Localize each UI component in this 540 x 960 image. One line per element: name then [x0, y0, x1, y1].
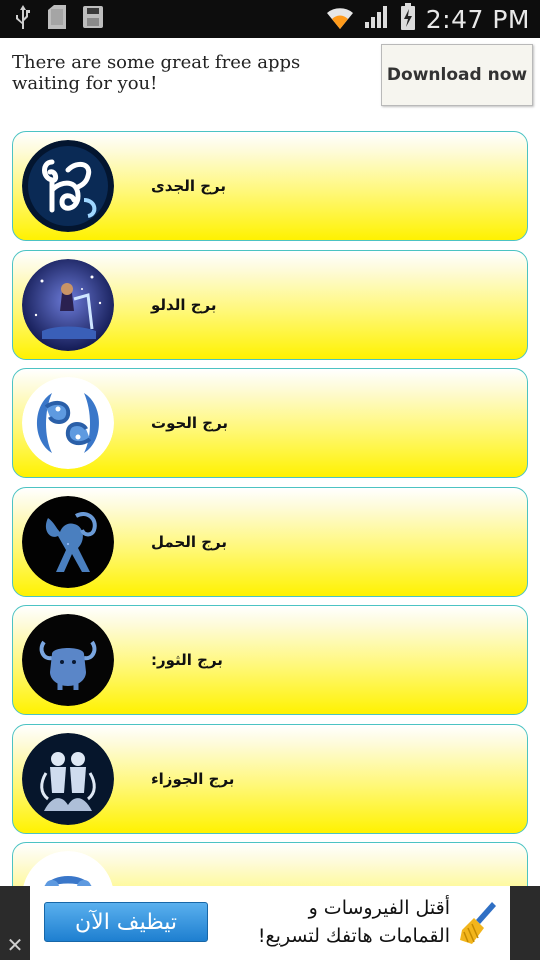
list-item[interactable]: برج الدلو — [12, 250, 528, 360]
battery-charging-icon — [400, 3, 416, 35]
bottom-ad-line-2: القمامات هاتفك لتسريع! — [257, 925, 450, 947]
gemini-icon — [22, 733, 114, 825]
list-item[interactable]: برج الحوت — [12, 368, 528, 478]
signal-icon — [364, 5, 390, 33]
zodiac-label: برج الدلو — [151, 296, 217, 314]
close-ad-icon[interactable]: ✕ — [0, 930, 30, 960]
top-ad-text: There are some great free apps waiting f… — [12, 52, 301, 94]
clean-now-button[interactable]: تيظيف الآن — [44, 902, 208, 942]
wifi-icon — [326, 4, 354, 34]
download-now-button[interactable]: Download now — [381, 44, 533, 106]
bottom-ad-text: أقتل الفيروسات و القمامات هاتفك لتسريع! — [220, 894, 450, 950]
zodiac-list[interactable]: برج الجدى برج الدلو برج الحوت برج الحمل … — [0, 114, 540, 886]
list-item[interactable]: برج الجدى — [12, 131, 528, 241]
status-time: 2:47 PM — [425, 4, 530, 34]
list-item[interactable]: برج الثور: — [12, 605, 528, 715]
status-bar: 2:47 PM — [0, 0, 540, 38]
broom-icon — [458, 900, 502, 946]
capricorn-icon — [22, 140, 114, 232]
zodiac-label: برج الثور: — [151, 651, 223, 669]
aquarius-icon — [22, 259, 114, 351]
zodiac-label: برج الجوزاء — [151, 770, 235, 788]
zodiac-label: برج الجدى — [151, 177, 226, 195]
cancer-icon — [22, 851, 114, 886]
zodiac-label: برج الحوت — [151, 414, 229, 432]
list-item[interactable] — [12, 842, 528, 886]
bottom-ad-line-1: أقتل الفيروسات و — [308, 897, 450, 919]
save-icon — [82, 5, 104, 33]
bottom-ad-banner[interactable]: تيظيف الآن أقتل الفيروسات و القمامات هات… — [0, 886, 540, 960]
list-item[interactable]: برج الحمل — [12, 487, 528, 597]
list-item[interactable]: برج الجوزاء — [12, 724, 528, 834]
aries-icon — [22, 496, 114, 588]
pisces-icon — [22, 377, 114, 469]
sd-card-icon — [46, 4, 68, 34]
bottom-ad-content[interactable]: تيظيف الآن أقتل الفيروسات و القمامات هات… — [30, 886, 510, 960]
usb-icon — [14, 4, 32, 34]
taurus-icon — [22, 614, 114, 706]
top-ad-banner[interactable]: There are some great free apps waiting f… — [0, 38, 540, 114]
zodiac-label: برج الحمل — [151, 533, 228, 551]
